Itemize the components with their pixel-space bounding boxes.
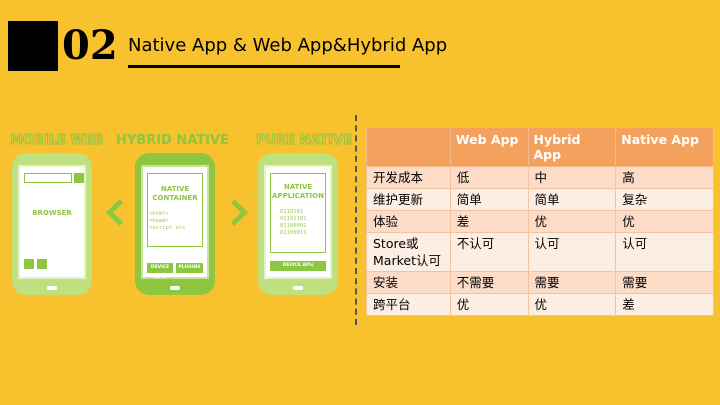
table-cell: 优 bbox=[449, 293, 529, 316]
table-cell: 高 bbox=[615, 166, 714, 189]
table-cell: 认可 bbox=[527, 232, 617, 272]
table-cell: 维护更新 bbox=[366, 188, 451, 211]
device-apis-tag: DEVICE APIs bbox=[147, 263, 173, 280]
native-container-label: NATIVE CONTAINER bbox=[152, 185, 198, 202]
slide-title: Native App & Web App&Hybrid App bbox=[128, 35, 448, 56]
mobile-web-title: MOBILE WEB bbox=[10, 133, 105, 149]
header-cell bbox=[366, 127, 451, 167]
table-cell: 优 bbox=[615, 210, 714, 233]
table-cell: 体验 bbox=[366, 210, 451, 233]
table-row: Store或Market认可 不认可 认可 认可 bbox=[366, 232, 714, 272]
table-cell: 优 bbox=[527, 210, 617, 233]
dashed-divider bbox=[355, 115, 357, 325]
table-cell: 跨平台 bbox=[366, 293, 451, 316]
header-cell: Web App bbox=[449, 127, 529, 167]
hybrid-native-phone: NATIVE CONTAINER <html> <head> <script s… bbox=[135, 153, 215, 295]
table-cell: 差 bbox=[615, 293, 714, 316]
browser-label: BROWSER bbox=[32, 209, 72, 217]
table-cell: 需要 bbox=[615, 271, 714, 294]
code-line: 01100001 bbox=[280, 223, 307, 229]
chevron-left-icon bbox=[106, 199, 133, 226]
search-icon bbox=[74, 173, 84, 183]
table-cell: 复杂 bbox=[615, 188, 714, 211]
header-cell: Hybrid App bbox=[527, 127, 617, 167]
table-cell: 开发成本 bbox=[366, 166, 451, 189]
back-arrow-icon bbox=[24, 259, 34, 269]
code-line: <head> bbox=[149, 218, 169, 224]
table-row: 开发成本 低 中 高 bbox=[366, 166, 714, 189]
hybrid-native-title: HYBRID NATIVE bbox=[116, 133, 229, 148]
native-application-label: NATIVE APPLICATION bbox=[272, 183, 324, 200]
table-cell: 简单 bbox=[449, 188, 529, 211]
table-cell: 简单 bbox=[527, 188, 617, 211]
plugins-tag: PLUGINS bbox=[176, 263, 203, 273]
table-cell: 低 bbox=[449, 166, 529, 189]
table-row: 维护更新 简单 简单 复杂 bbox=[366, 188, 714, 211]
table-header-row: Web App Hybrid App Native App bbox=[366, 127, 714, 167]
code-line: <html> bbox=[149, 211, 169, 217]
table-row: 安装 不需要 需要 需要 bbox=[366, 271, 714, 294]
code-line: <script src bbox=[149, 225, 186, 231]
header-cell: Native App bbox=[615, 127, 714, 167]
table-cell: 认可 bbox=[615, 232, 714, 272]
table-cell: Store或Market认可 bbox=[366, 232, 451, 272]
table-row: 体验 差 优 优 bbox=[366, 210, 714, 233]
table-cell: 不需要 bbox=[449, 271, 529, 294]
table-cell: 优 bbox=[527, 293, 617, 316]
table-cell: 不认可 bbox=[449, 232, 529, 272]
app-types-diagram: MOBILE WEB HYBRID NATIVE PURE NATIVE BRO… bbox=[0, 125, 353, 305]
title-underline bbox=[128, 65, 400, 68]
table-cell: 中 bbox=[527, 166, 617, 189]
section-number: 02 bbox=[58, 21, 118, 71]
table-cell: 需要 bbox=[527, 271, 617, 294]
code-line: 01101101 bbox=[280, 216, 307, 222]
forward-arrow-icon bbox=[37, 259, 47, 269]
table-cell: 安装 bbox=[366, 271, 451, 294]
table-row: 跨平台 优 优 差 bbox=[366, 293, 714, 316]
code-line: 01100011 bbox=[280, 230, 307, 236]
chevron-right-icon bbox=[221, 199, 248, 226]
pure-native-phone: NATIVE APPLICATION 0110101 01101101 0110… bbox=[258, 153, 338, 295]
pure-native-title: PURE NATIVE bbox=[255, 133, 353, 149]
number-badge-block bbox=[8, 21, 58, 71]
table-cell: 差 bbox=[449, 210, 529, 233]
code-line: 0110101 bbox=[280, 209, 304, 215]
comparison-table: Web App Hybrid App Native App 开发成本 低 中 高… bbox=[366, 127, 714, 316]
device-apis-tag: DEVICE APIs bbox=[270, 261, 326, 271]
mobile-web-phone: BROWSER bbox=[12, 153, 92, 295]
